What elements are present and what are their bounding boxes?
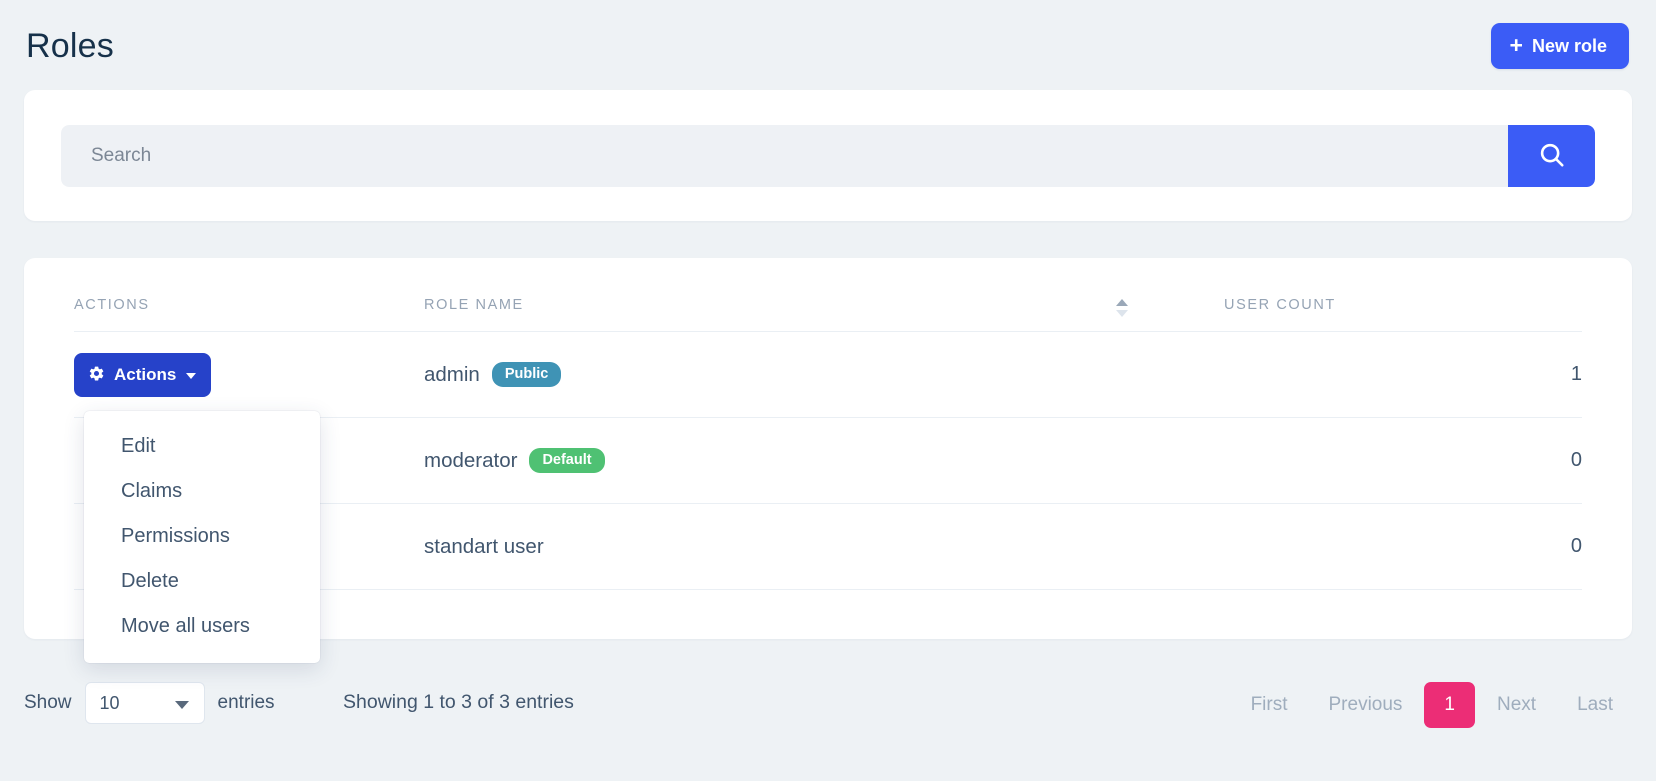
entries-label: entries [217,692,275,713]
role-name-wrap: standart user [424,535,1224,559]
new-role-button[interactable]: + New role [1490,22,1629,70]
actions-button-label: Actions [114,365,177,384]
table-footer: Show 10 25 50 100 entries Showing 1 to 3… [0,660,1656,781]
search-card [24,90,1632,221]
page-title: Roles [26,27,114,65]
actions-button[interactable]: Actions [74,352,212,397]
dropdown-item-move-all-users[interactable]: Move all users [84,604,320,649]
table-row: Actions admin Public 1 [74,331,1582,418]
role-name-wrap: moderator Default [424,447,1224,474]
search-input[interactable] [61,125,1508,187]
cell-user-count: 1 [1224,331,1582,418]
plus-icon: + [1509,31,1523,58]
page-length-select[interactable]: 10 25 50 100 [84,682,205,724]
sort-descending-icon [1116,310,1128,317]
role-name-text: standart user [424,534,544,558]
page-length-select-wrap: 10 25 50 100 [84,682,205,724]
cell-user-count: 0 [1224,417,1582,504]
dropdown-item-delete[interactable]: Delete [84,559,320,604]
showing-entries-info: Showing 1 to 3 of 3 entries [343,691,574,713]
page-length-control: Show 10 25 50 100 entries [24,682,275,724]
dropdown-item-claims[interactable]: Claims [84,469,320,514]
status-badge: Default [529,447,605,474]
show-label: Show [24,692,72,713]
pagination-first[interactable]: First [1232,682,1307,728]
search-row [61,125,1595,187]
gear-icon [88,365,105,385]
new-role-button-label: New role [1531,35,1607,56]
pagination-previous[interactable]: Previous [1310,682,1422,728]
table-header-row: ACTIONS ROLE NAME USER COUNT [74,258,1582,332]
search-icon [1537,140,1567,173]
dropdown-item-edit[interactable]: Edit [84,424,320,469]
column-header-role-name[interactable]: ROLE NAME [424,258,1224,332]
cell-role-name: moderator Default [424,417,1224,504]
cell-role-name: admin Public [424,331,1224,418]
role-name-text: admin [424,362,480,386]
roles-page: Roles + New role ACTIONS [0,0,1656,781]
dropdown-item-permissions[interactable]: Permissions [84,514,320,559]
sort-indicator-icon[interactable] [1116,299,1128,319]
pagination-page-1[interactable]: 1 [1424,682,1475,728]
cell-role-name: standart user [424,503,1224,590]
cell-user-count: 0 [1224,503,1582,590]
actions-dropdown-menu: Edit Claims Permissions Delete Move all … [84,411,320,663]
search-button[interactable] [1508,125,1595,187]
role-name-text: moderator [424,448,518,472]
pagination: First Previous 1 Next Last [1232,682,1632,728]
roles-table-head: ACTIONS ROLE NAME USER COUNT [74,258,1582,332]
chevron-down-icon [186,372,197,379]
pagination-last[interactable]: Last [1558,682,1632,728]
role-name-wrap: admin Public [424,361,1224,388]
column-header-user-count: USER COUNT [1224,258,1582,332]
page-header: Roles + New role [0,0,1656,92]
pagination-next[interactable]: Next [1478,682,1555,728]
column-header-actions: ACTIONS [74,258,424,332]
sort-ascending-icon [1116,299,1128,306]
cell-actions: Actions [74,331,424,418]
column-header-role-name-label: ROLE NAME [424,297,524,313]
status-badge: Public [491,361,562,388]
